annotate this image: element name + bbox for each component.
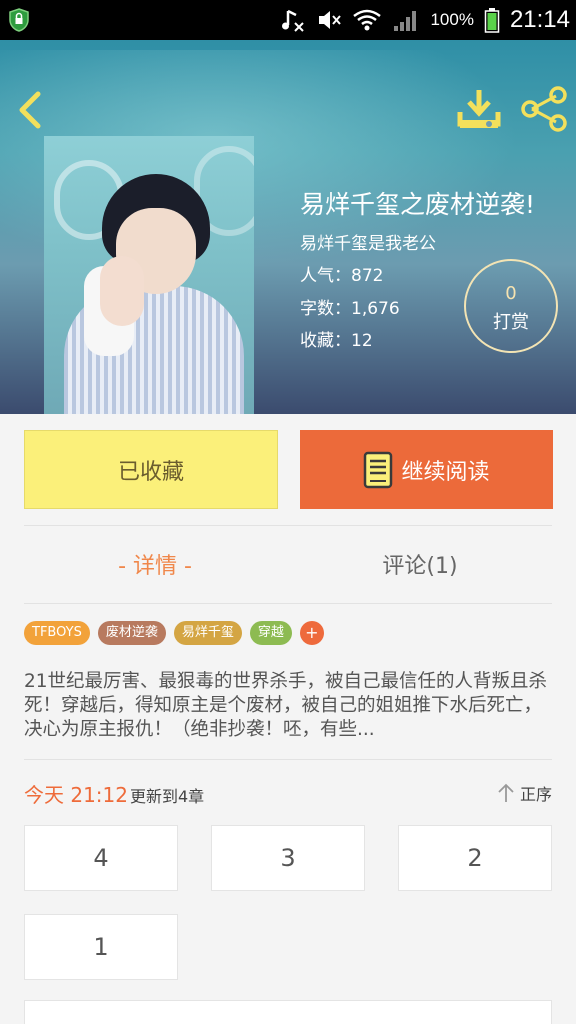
book-header: 易烊千玺之废材逆袭! 易烊千玺是我老公 人气：872 字数：1,676 收藏：1…: [0, 40, 576, 414]
book-title: 易烊千玺之废材逆袭!: [300, 190, 536, 219]
book-cover-image[interactable]: [44, 136, 254, 414]
tag[interactable]: 穿越: [249, 621, 292, 645]
back-arrow-icon[interactable]: [14, 88, 48, 132]
status-bar: 100% 21:14: [0, 0, 576, 40]
update-time: 今天 21:12: [24, 783, 128, 807]
chapter-button[interactable]: 2: [398, 825, 552, 891]
tag[interactable]: TFBOYS: [24, 621, 90, 645]
book-description[interactable]: 21世纪最厉害、最狠毒的世界杀手，被自己最信任的人背叛且杀死！穿越后，得知原主是…: [24, 670, 554, 746]
continue-reading-label: 继续阅读: [401, 459, 490, 485]
divider: [24, 525, 552, 526]
battery-percent: 100%: [430, 10, 474, 29]
continue-reading-button[interactable]: 继续阅读: [300, 430, 553, 509]
signal-icon: [392, 8, 420, 32]
divider: [24, 603, 552, 604]
shield-icon: [9, 8, 29, 32]
tab-detail[interactable]: - 详情 -: [60, 548, 250, 580]
update-text: 更新到4章: [130, 787, 205, 806]
wifi-icon: [352, 8, 382, 32]
book-icon: [364, 451, 393, 488]
book-author[interactable]: 易烊千玺是我老公: [300, 229, 436, 254]
battery-icon: [484, 7, 500, 33]
share-icon[interactable]: [520, 86, 568, 132]
tip-count: 0: [505, 283, 517, 304]
tab-comments[interactable]: 评论(1): [330, 548, 510, 580]
favorites-stat: 收藏：12: [300, 331, 373, 351]
tip-label: 打赏: [493, 312, 529, 333]
tag[interactable]: 废材逆袭: [97, 621, 166, 645]
chapter-button[interactable]: 4: [24, 825, 178, 891]
status-clock: 21:14: [509, 6, 570, 33]
volume-muted-icon: [316, 7, 342, 33]
favorited-label: 已收藏: [117, 459, 184, 485]
tip-button[interactable]: 0 打赏: [464, 259, 558, 353]
arrow-up-icon: [498, 783, 514, 802]
tag[interactable]: 易烊千玺: [173, 621, 242, 645]
next-section-card: [24, 1000, 552, 1024]
tag-list: TFBOYS 废材逆袭 易烊千玺 穿越 +: [24, 621, 324, 645]
word-count-stat: 字数：1,676: [300, 299, 400, 319]
popularity-stat: 人气：872: [300, 266, 384, 286]
sort-order-button[interactable]: 正序: [496, 781, 552, 805]
cover-figure-hand: [100, 256, 144, 326]
sort-order-label: 正序: [519, 785, 552, 804]
music-muted-icon: [280, 7, 306, 33]
divider: [24, 759, 552, 760]
chapter-button[interactable]: 3: [211, 825, 365, 891]
chapter-button[interactable]: 1: [24, 914, 178, 980]
download-icon[interactable]: [456, 86, 502, 132]
update-info-row: 今天 21:12 更新到4章 正序: [24, 779, 552, 807]
add-tag-button[interactable]: +: [299, 621, 324, 645]
favorited-button[interactable]: 已收藏: [24, 430, 278, 509]
